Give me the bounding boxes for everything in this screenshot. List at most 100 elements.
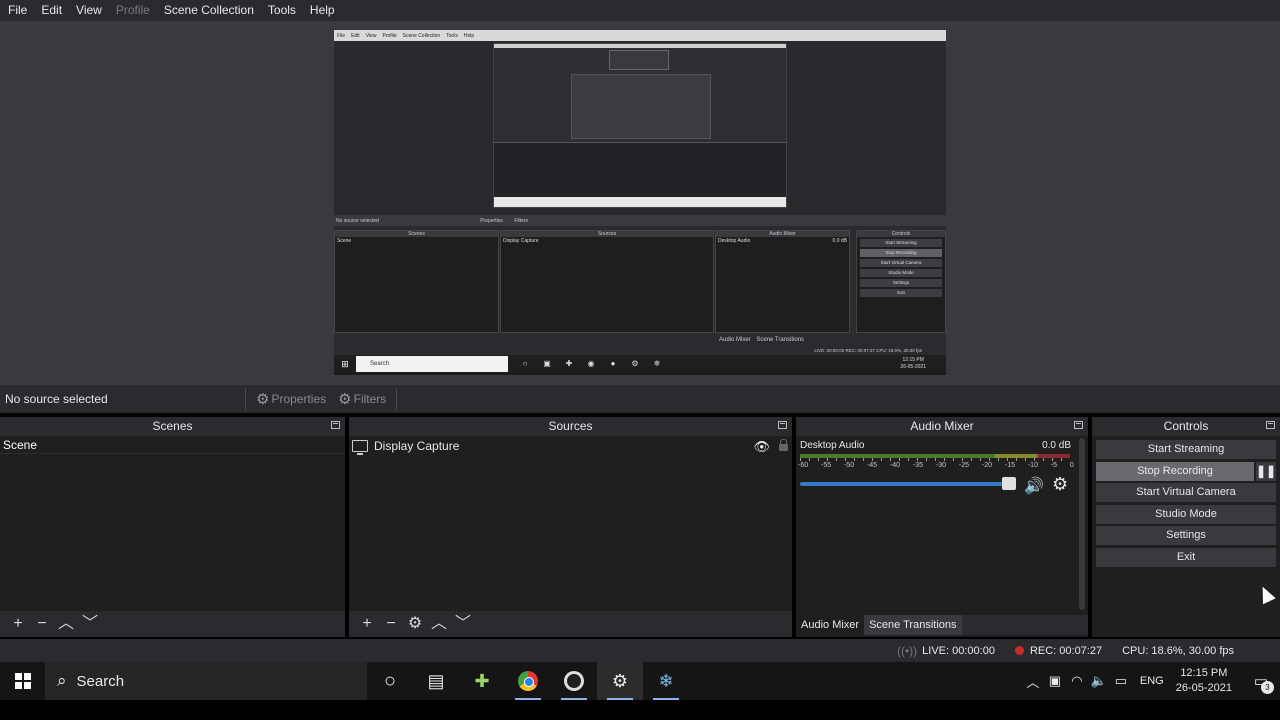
sources-toolbar: + − ⚙ ︿ ﹀ (349, 611, 792, 637)
preview-time: 12:15 PM (902, 357, 924, 363)
scale-label: -5 (1050, 462, 1058, 469)
preview-source: Display Capture (503, 238, 539, 244)
track-name: Desktop Audio (800, 440, 865, 451)
preview-taskbar: ⊞ Search ○ ▣ ✚ ◉ ● ⚙ ❄ 12:15 PM 26-05-20… (334, 355, 946, 373)
chrome-button[interactable] (505, 662, 551, 700)
remove-source-button[interactable]: − (379, 612, 403, 636)
menu-tools[interactable]: Tools (260, 0, 302, 21)
settings-button[interactable]: Settings (1096, 526, 1276, 545)
source-name: Display Capture (374, 439, 460, 453)
obs-button[interactable] (551, 662, 597, 700)
notification-center-button[interactable]: ▭ 3 (1242, 662, 1280, 700)
preview-track-db: 0.0 dB (832, 238, 847, 244)
undock-icon[interactable] (1074, 421, 1083, 429)
monitor-icon (352, 440, 368, 455)
menu-scene-collection[interactable]: Scene Collection (156, 0, 260, 21)
move-down-button[interactable]: ﹀ (78, 612, 102, 636)
undock-icon[interactable] (1266, 421, 1275, 429)
language-indicator[interactable]: ENG (1140, 675, 1164, 687)
exit-button[interactable]: Exit (1096, 548, 1276, 567)
move-down-button[interactable]: ﹀ (451, 612, 475, 636)
filters-label: Filters (353, 392, 387, 406)
chevron-up-icon[interactable]: ︿ (1022, 672, 1044, 691)
scene-list-item[interactable]: Scene (0, 436, 345, 454)
notification-count: 3 (1261, 681, 1274, 694)
menu-edit[interactable]: Edit (33, 0, 68, 21)
sources-dock: Sources Display Capture 👁 + − ⚙ ︿ ﹀ (349, 417, 792, 637)
speaker-icon[interactable]: 🔊 (1024, 476, 1044, 496)
audio-mixer-title: Audio Mixer (796, 417, 1088, 436)
preview-chrome-icon: ◉ (587, 359, 595, 368)
preview-menu-item: Scene Collection (402, 32, 441, 39)
volume-slider[interactable] (800, 482, 1012, 486)
app-button[interactable]: ✚ (459, 662, 505, 700)
filter-icon: ⚙ (338, 391, 352, 408)
preview-filters: Filters (514, 218, 529, 224)
task-view-button[interactable]: ▤ (413, 662, 459, 700)
menu-help[interactable]: Help (302, 0, 341, 21)
battery-icon[interactable]: ▭ (1110, 673, 1132, 689)
eye-icon[interactable]: 👁 (753, 439, 770, 455)
wifi-icon[interactable]: ◠ (1066, 673, 1088, 689)
lock-icon[interactable] (779, 439, 788, 451)
start-button[interactable] (0, 662, 45, 700)
source-list-item[interactable]: Display Capture 👁 (349, 436, 792, 456)
windows-taskbar: ⌕ Search ○ ▤ ✚ ⚙ ❄ ︿ ▣ ◠ 🔈 ▭ ENG 12:15 P… (0, 662, 1280, 700)
toolbar-divider (396, 388, 398, 410)
medical-app-icon: ✚ (474, 670, 490, 691)
tab-audio-mixer[interactable]: Audio Mixer (796, 615, 865, 635)
move-up-button[interactable]: ︿ (54, 612, 78, 636)
preview-cortana-icon: ○ (522, 359, 528, 368)
undock-icon[interactable] (331, 421, 340, 429)
snowflake-app-button[interactable]: ❄ (643, 662, 689, 700)
preview-area: File Edit View Profile Scene Collection … (0, 21, 1280, 385)
preview-menu-item: Edit (351, 32, 360, 39)
controls-dock: Controls Start Streaming Stop Recording … (1092, 417, 1280, 637)
preview-control: Studio Mode (860, 269, 942, 277)
settings-app-button[interactable]: ⚙ (597, 662, 643, 700)
record-dot-icon (1014, 646, 1024, 655)
volume-icon[interactable]: 🔈 (1088, 673, 1110, 689)
volume-slider-handle[interactable] (1002, 477, 1016, 490)
remove-scene-button[interactable]: − (30, 612, 54, 636)
preview-menu-item: Tools (446, 32, 458, 39)
gear-icon[interactable]: ⚙ (1052, 474, 1068, 495)
program-preview[interactable]: File Edit View Profile Scene Collection … (334, 30, 946, 375)
menu-view[interactable]: View (68, 0, 108, 21)
scale-label: -10 (1027, 462, 1038, 469)
status-bar: ((•)) LIVE: 00:00:00 REC: 00:07:27 CPU: … (0, 639, 1280, 662)
cortana-button[interactable]: ○ (367, 662, 413, 700)
cortana-icon: ○ (383, 669, 397, 692)
stop-recording-button[interactable]: Stop Recording (1096, 462, 1254, 481)
preview-canvas (334, 41, 946, 215)
start-streaming-button[interactable]: Start Streaming (1096, 440, 1276, 459)
scale-label: -45 (866, 462, 878, 469)
move-up-button[interactable]: ︿ (427, 612, 451, 636)
filters-button[interactable]: ⚙ Filters (336, 390, 396, 408)
search-icon: ⌕ (57, 671, 67, 690)
preview-mixer-dock: Audio Mixer Desktop Audio 0.0 dB (715, 230, 850, 333)
nested-taskbar (494, 197, 786, 207)
camera-icon[interactable]: ▣ (1044, 673, 1066, 689)
start-virtual-camera-button[interactable]: Start Virtual Camera (1096, 483, 1276, 502)
mixer-scrollbar[interactable] (1079, 438, 1085, 610)
source-properties-button[interactable]: ⚙ (403, 612, 427, 636)
undock-icon[interactable] (778, 421, 787, 429)
clock[interactable]: 12:15 PM 26-05-2021 (1176, 666, 1232, 696)
menu-file[interactable]: File (0, 0, 33, 21)
pause-recording-button[interactable]: ❚❚ (1256, 462, 1276, 481)
tab-scene-transitions[interactable]: Scene Transitions (864, 615, 962, 635)
add-source-button[interactable]: + (355, 612, 379, 636)
live-status: ((•)) LIVE: 00:00:00 (897, 644, 995, 658)
add-scene-button[interactable]: + (6, 612, 30, 636)
track-db: 0.0 dB (1042, 440, 1071, 451)
menu-profile: Profile (115, 3, 150, 17)
preview-mixer-tab: Scene Transitions (756, 337, 805, 343)
preview-menu-item: View (365, 32, 377, 39)
taskbar-search[interactable]: ⌕ Search (45, 662, 367, 700)
nested-menu-bar (494, 44, 786, 48)
preview-docks: Scenes Scene Sources Display Capture Aud… (334, 226, 946, 346)
studio-mode-button[interactable]: Studio Mode (1096, 505, 1276, 524)
windows-logo-icon (14, 673, 31, 689)
properties-button[interactable]: ⚙ Properties (246, 390, 336, 408)
